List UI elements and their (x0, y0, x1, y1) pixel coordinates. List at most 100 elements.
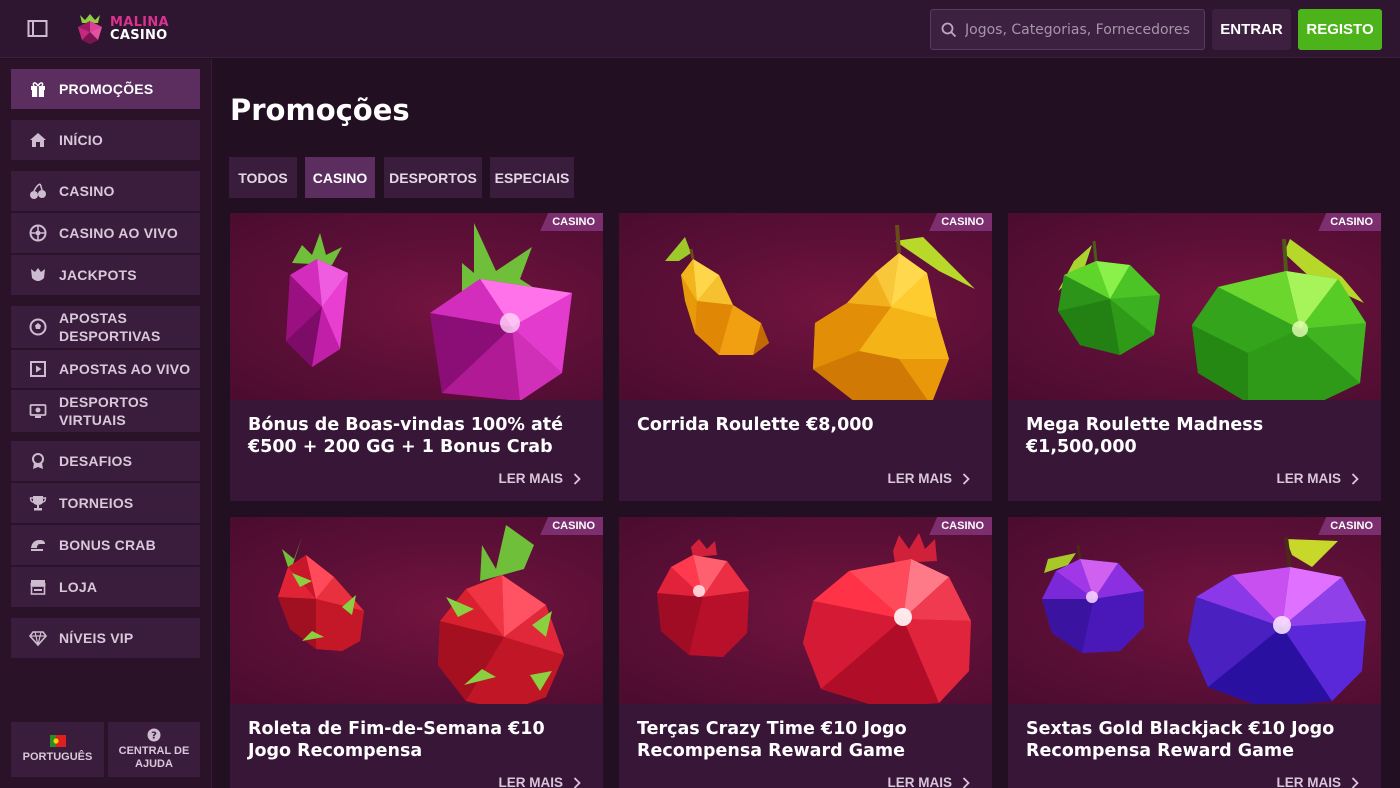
category-badge: CASINO (540, 517, 603, 535)
sidebar-item-torneios[interactable]: TORNEIOS (11, 483, 200, 523)
sidebar-item-inicio[interactable]: INÍCIO (11, 120, 200, 160)
promo-title: Sextas Gold Blackjack €10 Jogo Recompens… (1026, 719, 1335, 761)
sidebar-item-label: PROMOÇÕES (59, 81, 154, 97)
help-center-button[interactable]: ? CENTRAL DE AJUDA (108, 722, 200, 777)
shop-icon (29, 578, 47, 596)
tab-desportos[interactable]: DESPORTOS (384, 157, 482, 198)
sidebar-item-niveis-vip[interactable]: NÍVEIS VIP (11, 618, 200, 658)
football-icon (29, 318, 47, 336)
chevron-right-icon (1351, 472, 1359, 485)
pomegranate-illustration: CASINO (619, 517, 992, 704)
promo-title: Terças Crazy Time €10 Jogo Recompensa Re… (637, 719, 907, 761)
live-bet-icon (29, 360, 47, 378)
cherries-icon (29, 182, 47, 200)
jackpot-icon (29, 266, 47, 284)
chevron-right-icon (1351, 776, 1359, 788)
sidebar-item-label: APOSTAS DESPORTIVAS (59, 310, 161, 344)
chevron-right-icon (573, 472, 581, 485)
virtual-sports-icon (29, 402, 47, 420)
home-icon (29, 131, 47, 149)
apple-illustration: CASINO (1008, 213, 1381, 400)
tab-todos[interactable]: TODOS (229, 157, 297, 198)
trophy-icon (29, 494, 47, 512)
sidebar-item-label: JACKPOTS (59, 267, 137, 283)
sidebar-item-label: LOJA (59, 579, 98, 595)
pear-illustration: CASINO (619, 213, 992, 400)
sidebar-item-label: TORNEIOS (59, 495, 134, 511)
category-badge: CASINO (929, 517, 992, 535)
search-icon (941, 22, 957, 37)
chevron-right-icon (573, 776, 581, 788)
promo-card[interactable]: CASINO Terças Crazy Time €10 Jogo Recomp… (619, 517, 992, 788)
sidebar-item-apostas-ao-vivo[interactable]: APOSTAS AO VIVO (11, 350, 200, 388)
brand-logo[interactable]: MALINA CASINO (76, 12, 169, 46)
sidebar-item-label: CASINO (59, 183, 115, 199)
tab-especiais[interactable]: ESPECIAIS (490, 157, 574, 198)
roulette-icon (29, 224, 47, 242)
raspberry-illustration: CASINO (230, 213, 603, 400)
promo-card[interactable]: CASINO Corrida Roulette €8,000 LER MAIS (619, 213, 992, 501)
sidebar-item-jackpots[interactable]: JACKPOTS (11, 255, 200, 295)
login-button[interactable]: ENTRAR (1212, 9, 1291, 50)
sidebar-item-label: APOSTAS AO VIVO (59, 361, 191, 377)
brand-name-line2: CASINO (110, 28, 168, 43)
svg-text:?: ? (151, 731, 157, 742)
promo-title: Corrida Roulette €8,000 (637, 415, 874, 435)
category-badge: CASINO (1318, 517, 1381, 535)
promo-title: Bónus de Boas-vindas 100% até €500 + 200… (248, 415, 564, 457)
promo-card[interactable]: CASINO Bónus de Boas-vindas 100% até €50… (230, 213, 603, 501)
chevron-right-icon (962, 776, 970, 788)
sidebar-item-apostas-desportivas[interactable]: APOSTAS DESPORTIVAS (11, 306, 200, 348)
read-more-label: LER MAIS (887, 471, 952, 486)
sidebar-item-label: NÍVEIS VIP (59, 630, 134, 646)
register-button[interactable]: REGISTO (1298, 9, 1382, 50)
sidebar-item-casino-ao-vivo[interactable]: CASINO AO VIVO (11, 213, 200, 253)
portugal-flag-icon (49, 735, 66, 747)
plum-illustration: CASINO (1008, 517, 1381, 704)
read-more-link[interactable]: LER MAIS (1276, 471, 1359, 486)
raspberry-logo-icon (78, 14, 102, 44)
chevron-right-icon (962, 472, 970, 485)
read-more-label: LER MAIS (498, 471, 563, 486)
diamond-icon (29, 629, 47, 647)
sidebar-toggle-icon[interactable] (27, 19, 49, 39)
sidebar-item-casino[interactable]: CASINO (11, 171, 200, 211)
top-header: MALINA CASINO ENTRAR REGISTO (0, 0, 1400, 58)
read-more-label: LER MAIS (887, 775, 952, 788)
help-label: CENTRAL DE AJUDA (118, 745, 190, 770)
tab-casino[interactable]: CASINO (305, 157, 375, 198)
promo-title: Roleta de Fim-de-Semana €10 Jogo Recompe… (248, 719, 545, 761)
sidebar-item-desportos-virtuais[interactable]: DESPORTOS VIRTUAIS (11, 390, 200, 432)
badge-icon (29, 452, 47, 470)
dragonfruit-illustration: CASINO (230, 517, 603, 704)
language-selector[interactable]: PORTUGUÊS (11, 722, 104, 777)
sidebar-item-bonus-crab[interactable]: BONUS CRAB (11, 525, 200, 565)
read-more-label: LER MAIS (1276, 471, 1341, 486)
sidebar-item-label: DESAFIOS (59, 453, 133, 469)
promo-card[interactable]: CASINO Sextas Gold Blackjack €10 Jogo Re… (1008, 517, 1381, 788)
read-more-link[interactable]: LER MAIS (887, 775, 970, 788)
sidebar-item-desafios[interactable]: DESAFIOS (11, 441, 200, 481)
read-more-link[interactable]: LER MAIS (1276, 775, 1359, 788)
search-input[interactable] (965, 21, 1195, 38)
promo-card[interactable]: CASINO Mega Roulette Madness €1,500,000 … (1008, 213, 1381, 501)
category-badge: CASINO (929, 213, 992, 231)
read-more-link[interactable]: LER MAIS (498, 471, 581, 486)
sidebar-item-label: DESPORTOS VIRTUAIS (59, 394, 149, 428)
help-icon: ? (147, 728, 161, 742)
sidebar-item-label: CASINO AO VIVO (59, 225, 178, 241)
read-more-link[interactable]: LER MAIS (887, 471, 970, 486)
sidebar-item-label: BONUS CRAB (59, 537, 156, 553)
read-more-link[interactable]: LER MAIS (498, 775, 581, 788)
search-box[interactable] (930, 9, 1205, 50)
page-title: Promoções (230, 93, 410, 127)
read-more-label: LER MAIS (498, 775, 563, 788)
crab-icon (29, 536, 47, 554)
sidebar-item-loja[interactable]: LOJA (11, 567, 200, 607)
promo-card[interactable]: CASINO Roleta de Fim-de-Semana €10 Jogo … (230, 517, 603, 788)
category-badge: CASINO (540, 213, 603, 231)
sidebar-item-promocoes[interactable]: PROMOÇÕES (11, 69, 200, 109)
category-badge: CASINO (1318, 213, 1381, 231)
gift-icon (29, 80, 47, 98)
language-label: PORTUGUÊS (22, 751, 93, 763)
